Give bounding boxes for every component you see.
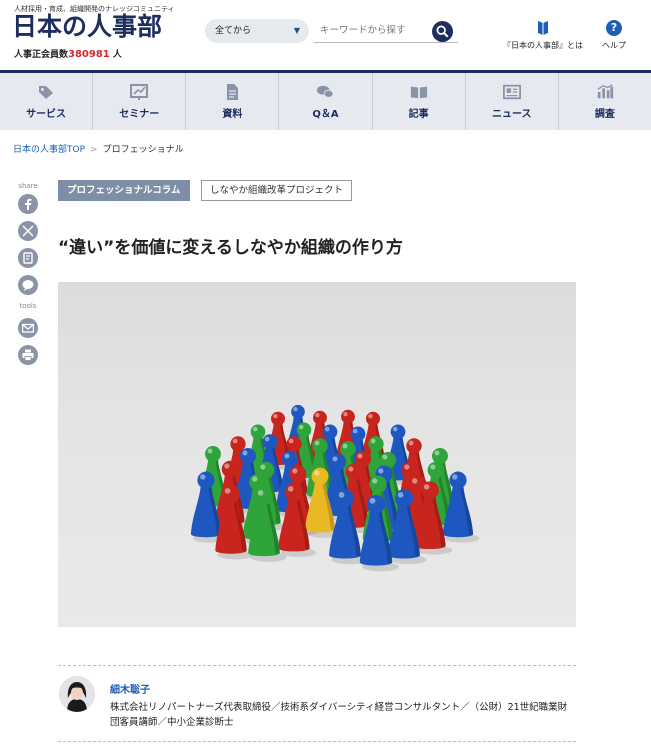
mail-button[interactable] [18,318,38,338]
line-share-button[interactable] [18,275,38,295]
nav-item-documents[interactable]: 資料 [185,73,278,130]
author-name-link[interactable]: 細木聡子 [110,681,150,696]
search-button[interactable] [432,21,453,42]
help-icon: ? [606,20,622,36]
nav-label: セミナー [119,109,160,120]
line-icon [22,280,34,291]
search-scope-value: 全てから [215,26,252,36]
hatena-icon [23,252,33,264]
bookmark-icon [538,21,548,35]
bar-chart-icon [597,84,614,99]
about-link[interactable]: 『日本の人事部』とは [495,20,591,51]
tools-label: tools [19,302,37,310]
article-title: “違い”を価値に変えるしなやか組織の作り方 [58,238,403,258]
mail-icon [22,323,34,333]
nav-item-services[interactable]: サービス [0,73,92,130]
breadcrumb-separator: > [90,145,98,155]
breadcrumb: 日本の人事部TOP > プロフェッショナル [13,142,184,155]
breadcrumb-current: プロフェッショナル [102,145,184,155]
pawn-figures-illustration [190,404,480,572]
divider [58,665,576,666]
nav-label: 記事 [408,109,429,120]
help-link[interactable]: ? ヘルプ [596,20,632,51]
author-bio: 株式会社リノパートナーズ代表取締役／技術系ダイバーシティ経営コンサルタント／（公… [110,702,568,728]
category-tag-professional-column[interactable]: プロフェッショナルコラム [58,180,190,201]
breadcrumb-home-link[interactable]: 日本の人事部TOP [13,145,85,155]
print-button[interactable] [18,345,38,365]
member-count-unit: 人 [112,50,122,60]
help-label: ヘルプ [602,41,626,50]
nav-label: Q＆A [312,109,339,120]
main-nav: サービス セミナー 資料 Q＆A 記事 ニュース 調査 [0,70,651,130]
divider [58,741,576,742]
chevron-down-icon: ▼ [293,26,300,35]
member-count-value: 380981 [68,49,110,60]
hatena-share-button[interactable] [18,248,38,268]
open-book-icon [410,86,427,99]
newspaper-icon [502,84,521,100]
search-icon [436,25,449,38]
nav-label: ニュース [492,109,532,120]
search-scope-select[interactable]: 全てから ▼ [205,19,309,43]
nav-item-articles[interactable]: 記事 [371,73,465,130]
tag-icon [39,86,54,99]
nav-item-seminars[interactable]: セミナー [92,73,185,130]
chart-board-icon [130,84,149,100]
nav-item-qa[interactable]: Q＆A [278,73,371,130]
nav-item-research[interactable]: 調査 [557,73,651,130]
nav-label: 調査 [594,109,615,120]
share-label: share [18,182,38,190]
x-icon [22,225,34,237]
facebook-icon [25,198,32,210]
chat-bubbles-icon [317,85,335,98]
nav-item-news[interactable]: ニュース [464,73,558,130]
facebook-share-button[interactable] [18,194,38,214]
about-label: 『日本の人事部』とは [503,41,583,50]
x-share-button[interactable] [18,221,38,241]
author-portrait [59,676,95,712]
avatar [59,676,95,712]
member-count: 人事正会員数380981 人 [14,47,122,60]
nav-label: サービス [26,109,67,120]
print-icon [22,349,34,361]
category-tag-project[interactable]: しなやか組織改革プロジェクト [201,180,353,201]
document-icon [227,84,239,100]
member-count-label: 人事正会員数 [14,50,69,60]
site-logo[interactable]: 日本の人事部 [12,12,162,42]
article-hero-image [58,282,576,627]
site-header: 人材採用・育成、組織開発のナレッジコミュニティ 日本の人事部 人事正会員数380… [0,0,651,70]
nav-label: 資料 [222,109,243,120]
